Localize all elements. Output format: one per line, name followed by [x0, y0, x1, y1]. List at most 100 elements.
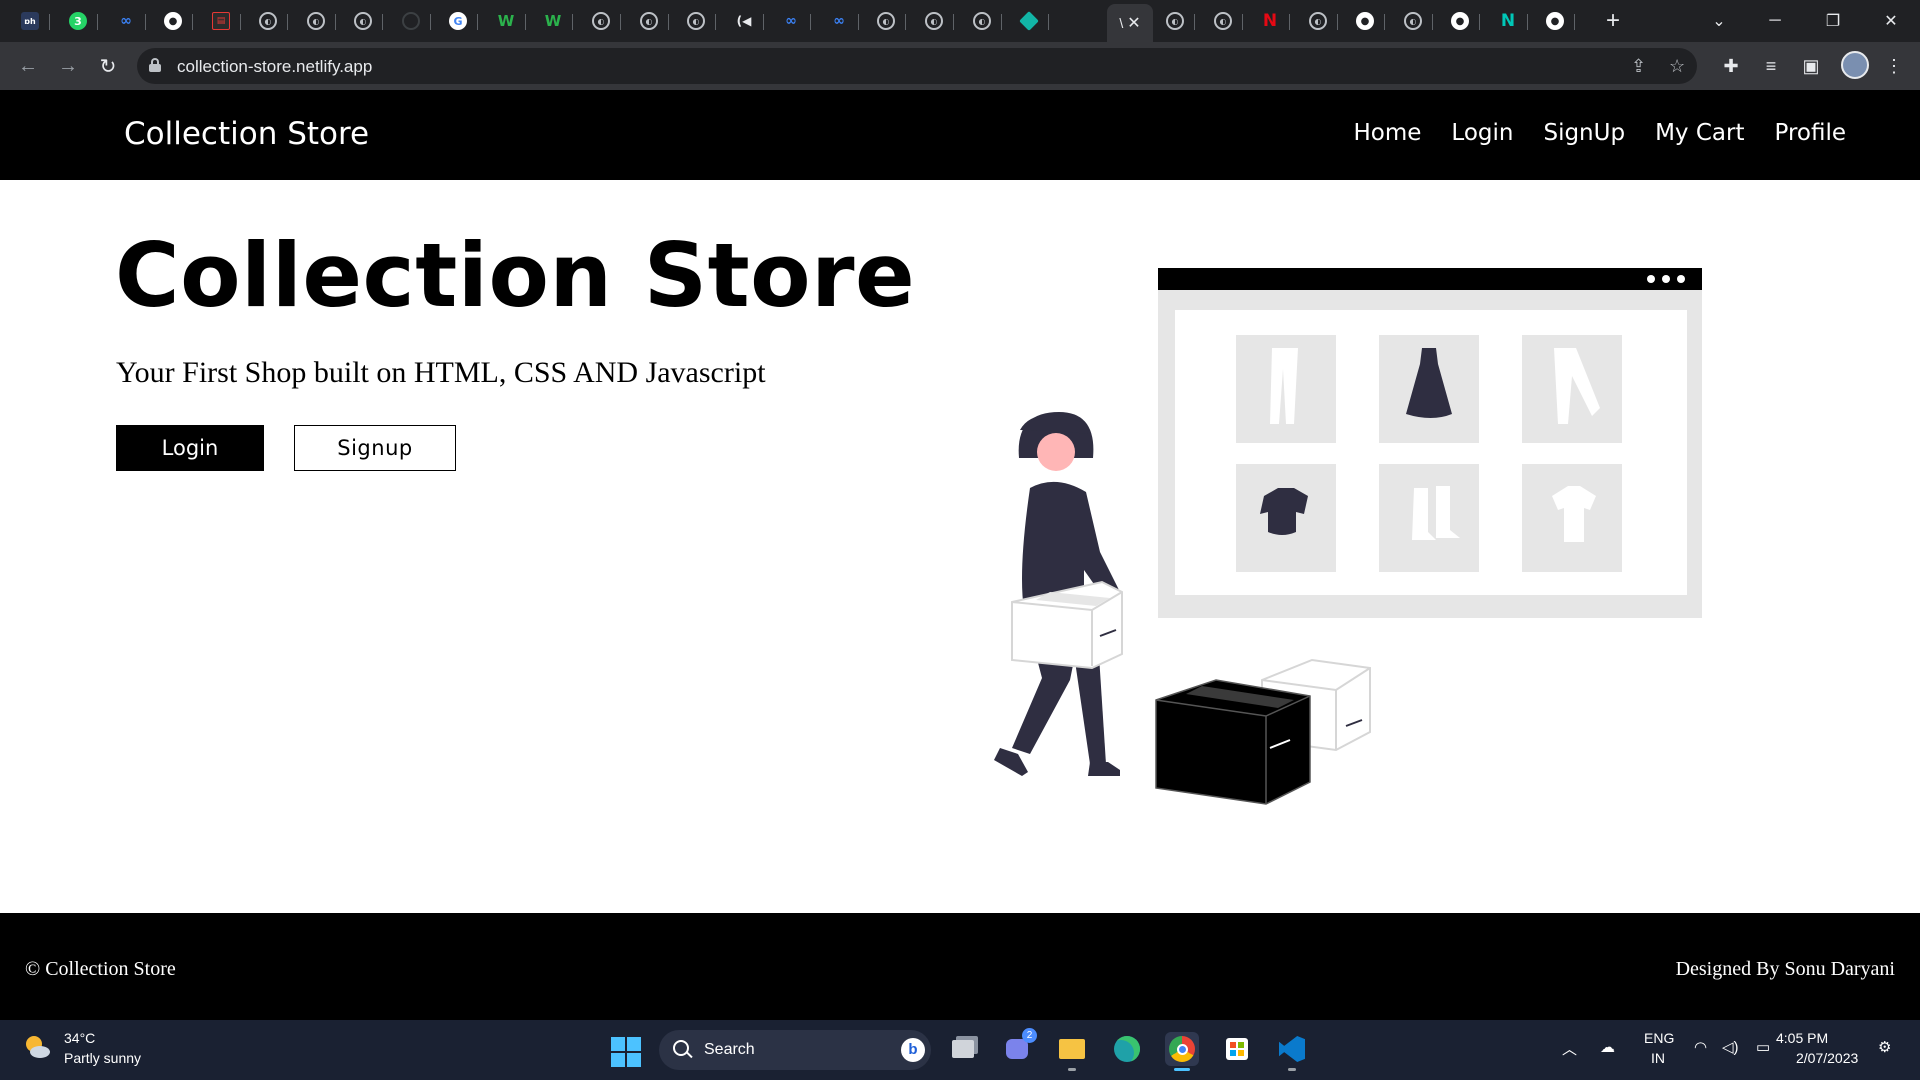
tab[interactable]: ◐ — [914, 6, 954, 36]
tab[interactable]: ◐ — [1155, 6, 1195, 36]
site-navbar: Collection Store Home Login SignUp My Ca… — [0, 90, 1920, 180]
partly-sunny-icon[interactable] — [22, 1032, 52, 1062]
forward-arrow-icon[interactable]: → — [54, 52, 82, 80]
vscode-icon[interactable] — [1275, 1032, 1309, 1071]
tab[interactable]: ◐ — [1203, 6, 1243, 36]
tab[interactable]: (◀ — [724, 6, 764, 36]
address-bar[interactable]: collection-store.netlify.app ⇪ ☆ — [137, 48, 1697, 84]
tab[interactable]: N — [1250, 6, 1290, 36]
tab[interactable]: ◐ — [1393, 6, 1433, 36]
globe-icon: ◐ — [1404, 12, 1422, 30]
meta-icon: ∞ — [120, 13, 132, 29]
new-tab-button[interactable]: + — [1598, 6, 1628, 36]
tab[interactable] — [391, 6, 431, 36]
tab[interactable]: ◐ — [676, 6, 716, 36]
person-shoe-front — [1088, 762, 1120, 776]
tab[interactable]: ∞ — [771, 6, 811, 36]
bing-icon[interactable]: b — [901, 1038, 925, 1062]
extensions-puzzle-icon[interactable]: ✚ — [1719, 54, 1743, 78]
tab[interactable]: ● — [1535, 6, 1575, 36]
clock-time[interactable]: 4:05 PM — [1776, 1030, 1828, 1046]
login-button[interactable]: Login — [116, 425, 264, 471]
notifications-icon[interactable]: ⚙ — [1878, 1038, 1891, 1056]
globe-icon: ◐ — [592, 12, 610, 30]
input-language[interactable]: ENG — [1644, 1030, 1674, 1046]
onedrive-warning-icon[interactable]: ☁ — [1600, 1038, 1615, 1056]
globe-icon: ◐ — [1214, 12, 1232, 30]
close-window-button[interactable]: ✕ — [1868, 0, 1914, 42]
back-arrow-icon[interactable]: ← — [14, 52, 42, 80]
weather-temperature[interactable]: 34°C — [64, 1030, 95, 1046]
footer-designer: Designed By Sonu Daryani — [1675, 958, 1895, 980]
tab[interactable]: ◐ — [581, 6, 621, 36]
tab[interactable]: ◐ — [248, 6, 288, 36]
tab[interactable]: ∞ — [819, 6, 859, 36]
tab[interactable]: W — [533, 6, 573, 36]
tab[interactable]: ◐ — [962, 6, 1002, 36]
microsoft-store-icon[interactable] — [1220, 1032, 1254, 1066]
tab[interactable]: N — [1488, 6, 1528, 36]
nav-home[interactable]: Home — [1353, 120, 1421, 146]
shopping-illustration — [994, 268, 1702, 805]
tab[interactable]: ◐ — [866, 6, 906, 36]
search-label: Search — [704, 1041, 755, 1058]
github-icon: ● — [1356, 12, 1374, 30]
footer-copyright: © Collection Store — [25, 958, 176, 980]
globe-icon: ◐ — [307, 12, 325, 30]
tab-search-chevron-icon[interactable]: ⌄ — [1696, 0, 1742, 42]
menu-kebab-icon[interactable]: ⋮ — [1882, 54, 1906, 78]
wifi-icon[interactable]: ◠ — [1694, 1038, 1707, 1056]
side-panel-icon[interactable]: ▣ — [1799, 54, 1823, 78]
tab[interactable]: ◐ — [1298, 6, 1338, 36]
media-queue-icon[interactable]: ≡ — [1759, 54, 1783, 78]
tab[interactable]: ◐ — [343, 6, 383, 36]
bookmark-star-icon[interactable]: ☆ — [1669, 56, 1685, 77]
tab[interactable]: ● — [153, 6, 193, 36]
weather-description[interactable]: Partly sunny — [64, 1050, 141, 1066]
active-tab-title: \ — [1119, 15, 1124, 31]
restore-button[interactable]: ❐ — [1810, 0, 1856, 42]
nav-signup[interactable]: SignUp — [1543, 120, 1625, 146]
tab[interactable]: ● — [1345, 6, 1385, 36]
chrome-browser-icon[interactable] — [1165, 1032, 1199, 1071]
nav-my-cart[interactable]: My Cart — [1655, 120, 1744, 146]
tab[interactable]: ● — [1440, 6, 1480, 36]
signup-button[interactable]: Signup — [294, 425, 456, 471]
input-region[interactable]: IN — [1651, 1050, 1665, 1066]
tab[interactable]: G — [438, 6, 478, 36]
site-brand[interactable]: Collection Store — [124, 116, 369, 152]
profile-avatar[interactable] — [1841, 51, 1869, 79]
close-tab-icon[interactable]: ✕ — [1127, 13, 1140, 33]
volume-icon[interactable]: ◁) — [1722, 1038, 1739, 1056]
nav-menu: Home Login SignUp My Cart Profile — [1353, 120, 1846, 146]
nav-login[interactable]: Login — [1451, 120, 1513, 146]
tab[interactable]: ∞ — [106, 6, 146, 36]
url-text[interactable]: collection-store.netlify.app — [177, 57, 372, 77]
task-view-icon[interactable] — [946, 1032, 980, 1066]
reload-icon[interactable]: ↻ — [94, 52, 122, 80]
edge-browser-icon[interactable] — [1110, 1032, 1144, 1066]
start-button[interactable] — [611, 1037, 641, 1067]
nav-profile[interactable]: Profile — [1774, 120, 1846, 146]
battery-icon[interactable]: ▭ — [1756, 1038, 1770, 1056]
netflix-icon: N — [1262, 11, 1278, 31]
windows-taskbar: 34°C Partly sunny Search b 2 ︿ ☁ ENG IN … — [0, 1020, 1920, 1080]
teams-chat-icon[interactable]: 2 — [1000, 1028, 1037, 1066]
tab[interactable]: 3 — [58, 6, 98, 36]
tab[interactable]: ◐ — [629, 6, 669, 36]
globe-icon: ◐ — [925, 12, 943, 30]
minimize-button[interactable]: ─ — [1752, 0, 1798, 42]
clock-date[interactable]: 2/07/2023 — [1796, 1050, 1858, 1066]
taskbar-search[interactable]: Search b — [659, 1030, 931, 1070]
tab[interactable]: W — [486, 6, 526, 36]
share-icon[interactable]: ⇪ — [1631, 56, 1646, 77]
file-explorer-icon[interactable] — [1055, 1032, 1089, 1071]
github-icon: ● — [164, 12, 182, 30]
show-hidden-icons-chevron[interactable]: ︿ — [1562, 1038, 1577, 1059]
tab[interactable]: ɒh — [10, 6, 50, 36]
tab[interactable]: ◐ — [296, 6, 336, 36]
tab-active[interactable]: \ ✕ — [1107, 4, 1153, 42]
tab[interactable] — [1009, 6, 1049, 36]
tab[interactable]: ▤ — [201, 6, 241, 36]
lock-icon[interactable] — [149, 58, 161, 72]
